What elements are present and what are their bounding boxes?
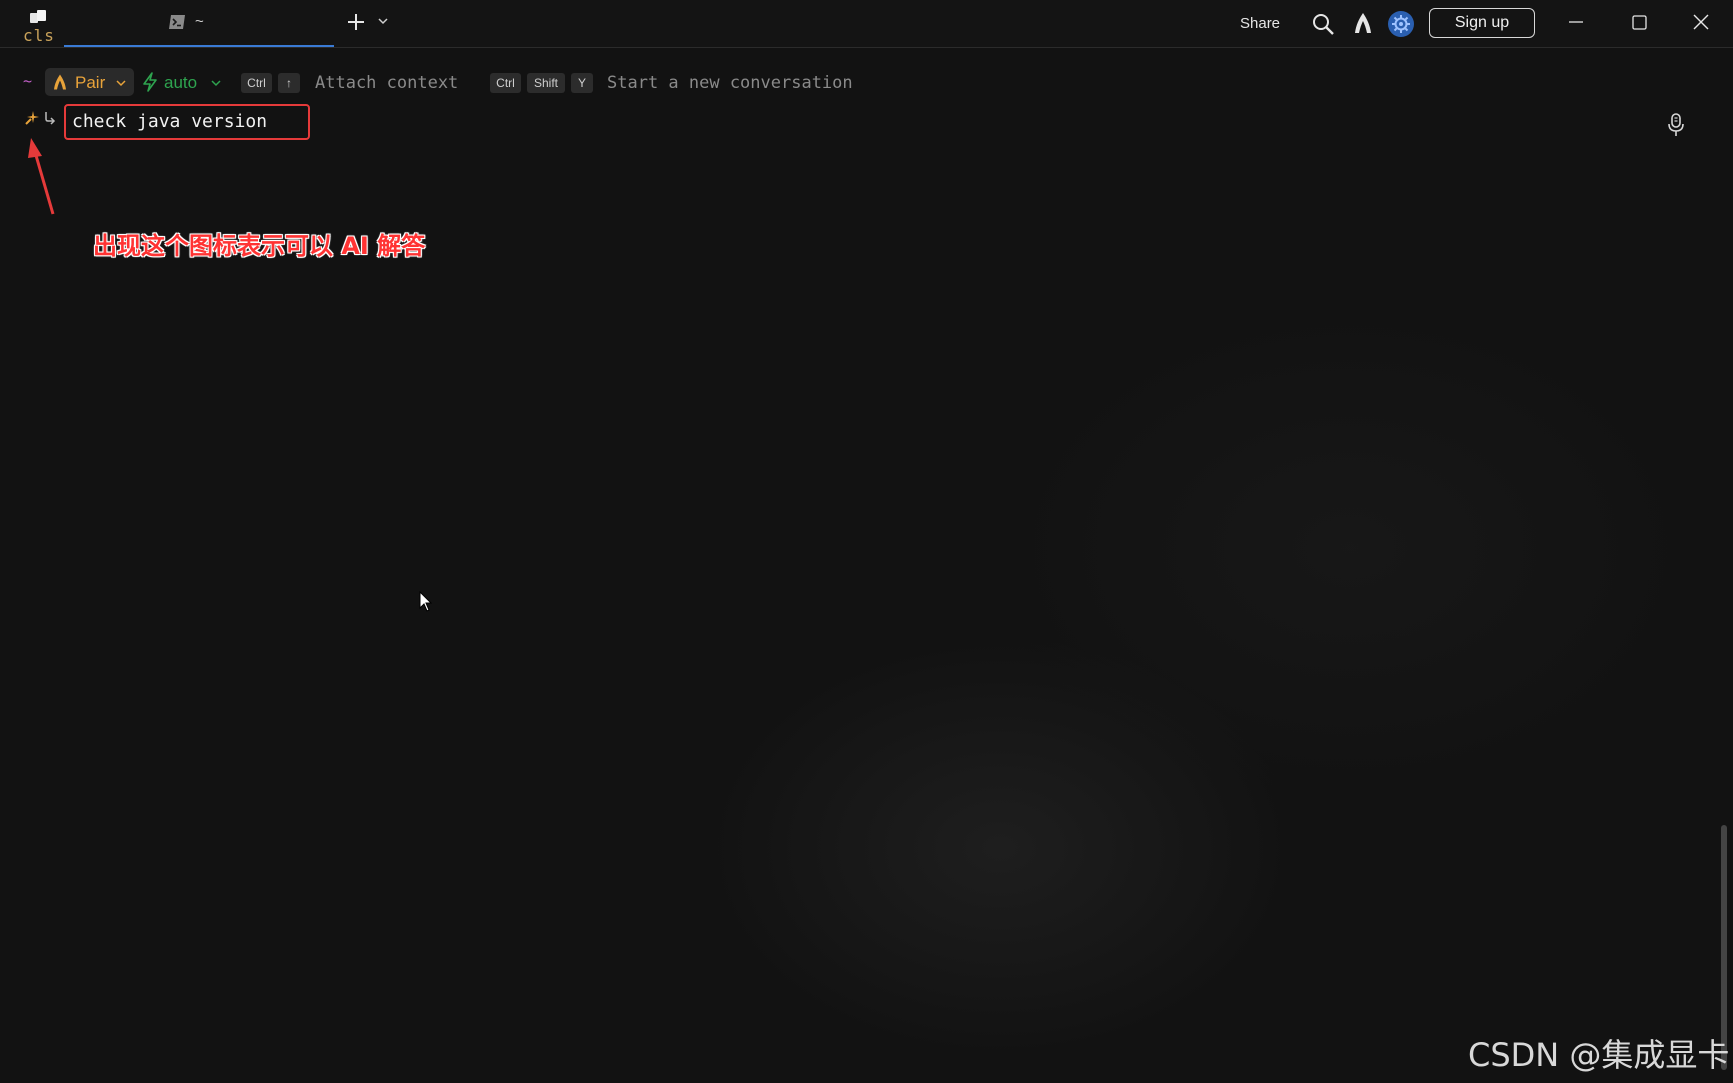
settings-icon[interactable] [1388,11,1414,37]
warp-icon[interactable] [1352,11,1374,35]
search-icon[interactable] [1311,12,1335,36]
command-input[interactable]: check java version [64,104,310,140]
watermark: CSDN @集成显卡 [1468,1036,1730,1074]
lightning-icon[interactable] [141,72,159,92]
tab-label: ~ [195,13,204,30]
chevron-down-icon[interactable] [376,14,390,28]
terminal-background [0,48,1733,1083]
minimize-icon[interactable] [1568,14,1584,30]
kbd-key: Ctrl [490,73,521,93]
annotation-note: 出现这个图标表示可以 AI 解答 [93,232,426,260]
microphone-icon[interactable] [1666,113,1686,137]
mode-selector[interactable]: Pair [45,68,134,96]
command-text: check java version [72,111,268,132]
chevron-down-icon[interactable] [210,77,222,89]
terminal-icon [169,15,185,29]
pair-icon [54,74,66,90]
kbd-key: Shift [527,73,565,93]
prompt-toolbar: ~ Pair auto Ctrl ↑ Attach context Ctrl S… [0,66,1000,96]
return-arrow-icon [45,112,56,125]
chevron-down-icon [116,80,126,87]
mode-label: Pair [75,73,106,92]
attach-context-hint[interactable]: Attach context [315,73,458,93]
model-selector[interactable]: auto [164,73,197,93]
new-conversation-hint[interactable]: Start a new conversation [607,73,853,93]
tab-terminal[interactable]: ~ [64,0,334,47]
share-button[interactable]: Share [1240,15,1280,32]
app-logo-icon[interactable]: cls [22,10,62,46]
logo-text: cls [23,26,55,45]
maximize-icon[interactable] [1632,15,1647,30]
kbd-key: Y [571,73,593,93]
title-bar: cls ~ Share Sign up [0,0,1733,48]
sign-up-button[interactable]: Sign up [1429,8,1535,38]
close-icon[interactable] [1693,14,1709,30]
plus-icon[interactable] [344,10,368,34]
kbd-key: ↑ [278,73,300,93]
kbd-key: Ctrl [241,73,272,93]
ai-spark-icon [25,111,39,125]
mouse-cursor-icon [419,591,433,612]
annotation-arrow [28,138,55,215]
current-directory: ~ [23,72,33,90]
